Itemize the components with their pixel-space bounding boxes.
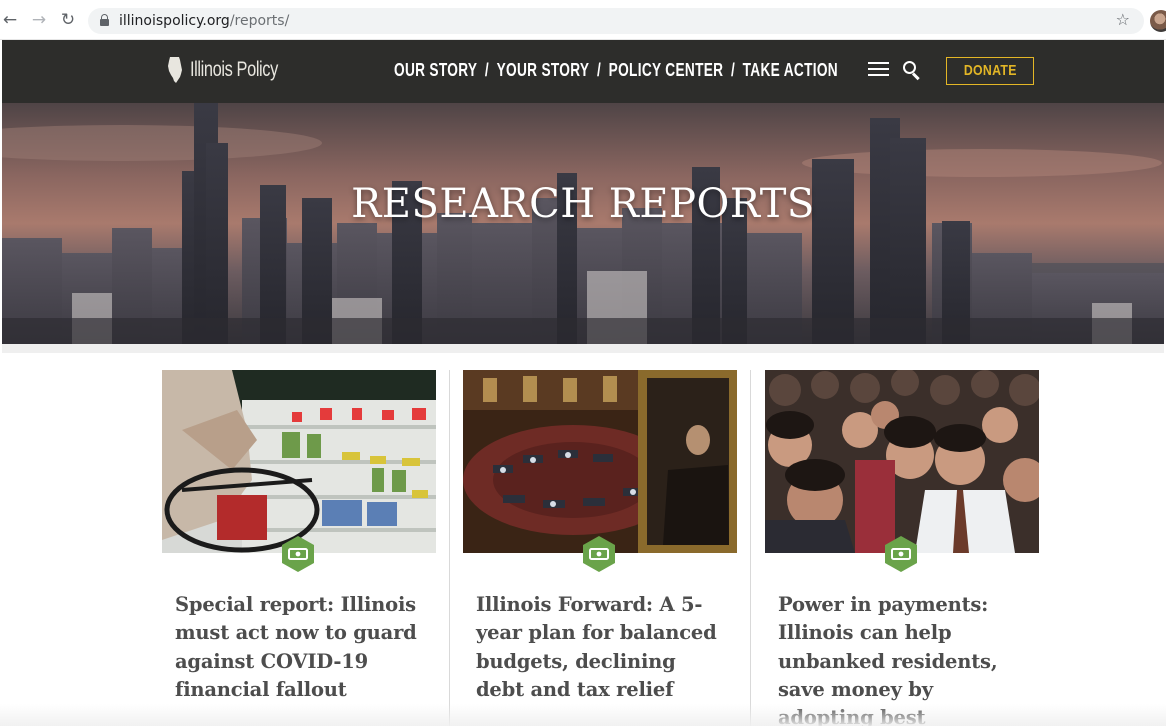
hero-divider xyxy=(2,344,1164,353)
reload-icon[interactable]: ↻ xyxy=(58,10,78,30)
crowd-photo[interactable] xyxy=(765,370,1039,553)
back-arrow-icon[interactable]: ← xyxy=(0,10,20,30)
donate-label: DONATE xyxy=(963,62,1017,79)
nav-separator: / xyxy=(596,60,602,80)
lock-icon[interactable] xyxy=(100,14,109,26)
legislative-chamber-photo[interactable] xyxy=(463,370,737,553)
profile-avatar[interactable] xyxy=(1150,10,1166,32)
report-card[interactable]: Power in payments: Illinois can help unb… xyxy=(765,370,1039,726)
hamburger-menu-icon[interactable] xyxy=(868,62,889,76)
donate-button[interactable]: DONATE xyxy=(946,57,1034,85)
url-text[interactable]: illinoispolicy.org/reports/ xyxy=(119,13,289,29)
forward-arrow-icon[interactable]: → xyxy=(29,10,49,30)
url-path: /reports/ xyxy=(229,13,290,29)
nav-our-story[interactable]: OUR STORY xyxy=(394,60,477,80)
bottom-fade xyxy=(0,704,1166,726)
money-icon xyxy=(885,536,917,572)
hero-banner: RESEARCH REPORTS xyxy=(2,103,1164,344)
money-icon xyxy=(583,536,615,572)
bookmark-star-icon[interactable]: ☆ xyxy=(1116,10,1130,29)
report-card[interactable]: Special report: Illinois must act now to… xyxy=(162,370,436,726)
card-divider xyxy=(750,370,751,726)
logo-text: Illinois Policy xyxy=(190,58,278,81)
grocery-shopper-photo[interactable] xyxy=(162,370,436,553)
main-nav: OUR STORY / YOUR STORY / POLICY CENTER / TAKE … xyxy=(394,60,838,84)
report-card[interactable]: Illinois Forward: A 5-year plan for bala… xyxy=(463,370,737,726)
money-icon xyxy=(282,536,314,572)
card-title[interactable]: Illinois Forward: A 5-year plan for bala… xyxy=(476,591,726,704)
page-title: RESEARCH REPORTS xyxy=(351,181,815,227)
card-divider xyxy=(449,370,450,726)
illinois-state-icon xyxy=(168,57,182,83)
search-icon[interactable] xyxy=(903,61,921,81)
card-title[interactable]: Special report: Illinois must act now to… xyxy=(175,591,425,704)
nav-policy-center[interactable]: POLICY CENTER xyxy=(609,60,724,80)
nav-take-action[interactable]: TAKE ACTION xyxy=(743,60,838,80)
nav-your-story[interactable]: YOUR STORY xyxy=(497,60,590,80)
nav-separator: / xyxy=(730,60,736,80)
browser-toolbar: ← → ↻ illinoispolicy.org/reports/ ☆ xyxy=(0,0,1166,40)
nav-separator: / xyxy=(484,60,490,80)
address-bar[interactable]: illinoispolicy.org/reports/ ☆ xyxy=(88,8,1144,34)
url-host: illinoispolicy.org xyxy=(119,13,230,29)
